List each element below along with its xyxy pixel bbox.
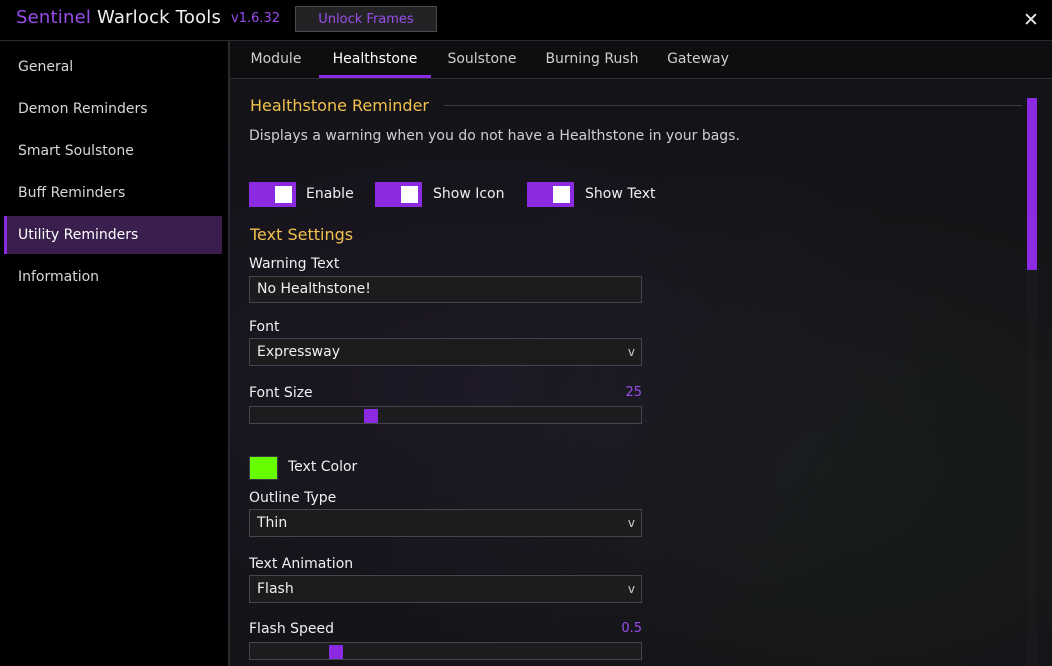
chevron-down-icon: v (627, 582, 635, 596)
enable-toggle-label: Enable (306, 186, 354, 202)
text-animation-label: Text Animation (249, 556, 354, 572)
font-size-slider[interactable] (249, 406, 642, 424)
app-title-text: Warlock Tools (91, 7, 222, 28)
sidebar-item-demon-reminders[interactable]: Demon Reminders (4, 90, 222, 128)
font-label: Font (249, 319, 280, 335)
section-title: Healthstone Reminder (250, 96, 429, 115)
tab-healthstone[interactable]: Healthstone (319, 41, 431, 78)
outline-type-label: Outline Type (249, 490, 337, 506)
show-icon-toggle[interactable] (375, 182, 422, 207)
flash-speed-slider-thumb[interactable] (329, 645, 344, 659)
scrollbar-thumb[interactable] (1027, 98, 1037, 270)
show-text-toggle[interactable] (527, 182, 574, 207)
flash-speed-value: 0.5 (621, 621, 642, 636)
font-size-value: 25 (625, 385, 642, 400)
sidebar-item-utility-reminders[interactable]: Utility Reminders (4, 216, 222, 254)
chevron-down-icon: v (627, 345, 635, 359)
sidebar-item-smart-soulstone[interactable]: Smart Soulstone (4, 132, 222, 170)
tab-bar: Module Healthstone Soulstone Burning Rus… (230, 41, 1052, 79)
toggle-knob (275, 186, 292, 203)
app-title: Sentinel Warlock Tools (16, 7, 221, 28)
font-size-slider-thumb[interactable] (364, 409, 379, 423)
text-settings-title: Text Settings (250, 225, 354, 244)
tab-gateway[interactable]: Gateway (658, 41, 738, 78)
toggle-knob (553, 186, 570, 203)
text-animation-select-value: Flash (257, 581, 294, 597)
warning-text-input[interactable]: No Healthstone! (249, 276, 642, 303)
flash-speed-slider[interactable] (249, 642, 642, 660)
text-animation-select[interactable]: Flash v (249, 575, 642, 603)
tab-soulstone[interactable]: Soulstone (438, 41, 526, 78)
font-size-label: Font Size (249, 385, 313, 401)
tab-burning-rush[interactable]: Burning Rush (539, 41, 645, 78)
sidebar-item-information[interactable]: Information (4, 258, 222, 296)
text-color-swatch[interactable] (249, 456, 278, 480)
chevron-down-icon: v (627, 516, 635, 530)
sidebar-item-general[interactable]: General (4, 48, 222, 86)
section-divider (444, 105, 1022, 106)
title-bar: Sentinel Warlock Tools v1.6.32 Unlock Fr… (0, 0, 1052, 41)
close-icon[interactable]: ✕ (1022, 9, 1040, 31)
scrollbar[interactable] (1027, 98, 1037, 666)
warning-text-label: Warning Text (249, 256, 340, 272)
flash-speed-label: Flash Speed (249, 621, 335, 637)
app-brand: Sentinel (16, 7, 92, 28)
outline-type-select[interactable]: Thin v (249, 509, 642, 537)
outline-type-select-value: Thin (257, 515, 288, 531)
font-select-value: Expressway (257, 344, 340, 360)
show-text-toggle-label: Show Text (585, 186, 656, 202)
tab-module[interactable]: Module (240, 41, 312, 78)
content-panel: Module Healthstone Soulstone Burning Rus… (230, 41, 1052, 666)
sidebar-item-buff-reminders[interactable]: Buff Reminders (4, 174, 222, 212)
section-description: Displays a warning when you do not have … (249, 128, 740, 144)
show-icon-toggle-label: Show Icon (433, 186, 505, 202)
font-select[interactable]: Expressway v (249, 338, 642, 366)
sidebar: General Demon Reminders Smart Soulstone … (0, 41, 230, 666)
version-label: v1.6.32 (231, 11, 281, 26)
enable-toggle[interactable] (249, 182, 296, 207)
text-color-label: Text Color (288, 459, 358, 475)
unlock-frames-button[interactable]: Unlock Frames (295, 6, 437, 32)
toggle-knob (401, 186, 418, 203)
